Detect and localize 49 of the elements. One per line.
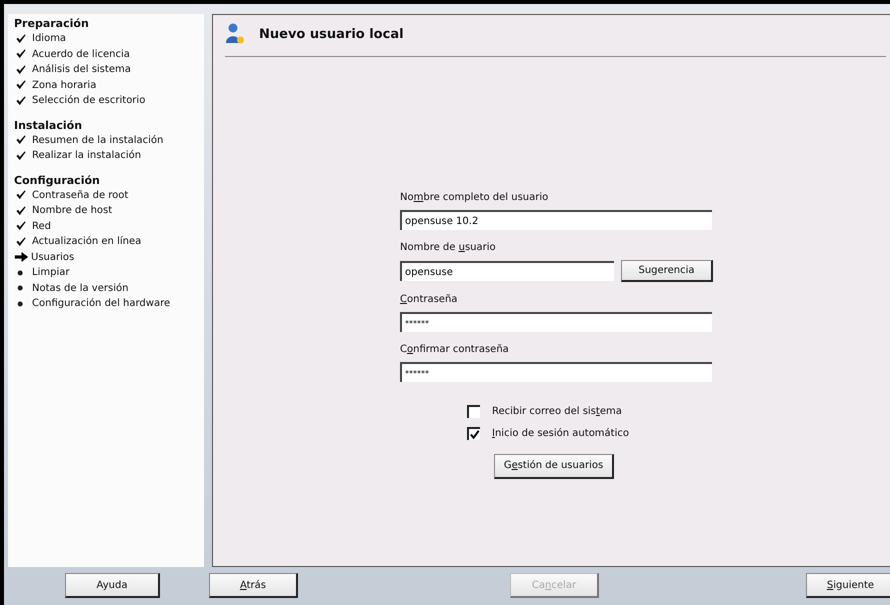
step-label: Red — [32, 220, 51, 232]
help-button[interactable]: Ayuda — [65, 573, 160, 598]
checkbox[interactable] — [467, 404, 480, 418]
check-icon — [16, 64, 26, 75]
check-icon — [16, 150, 26, 161]
step-label: Actualización en línea — [32, 236, 142, 248]
step-label: Selección de escritorio — [32, 95, 146, 106]
page-title: Nuevo usuario local — [259, 26, 404, 42]
check-icon — [16, 135, 26, 146]
checkbox-label: Recibir correo del sistema — [492, 406, 622, 416]
check-icon — [16, 236, 26, 247]
check-icon — [16, 96, 26, 106]
step-label: Contraseña de root — [32, 190, 128, 201]
check-icon — [16, 206, 26, 216]
field-label: Nombre de usuario — [400, 241, 496, 255]
section-heading: Instalación — [14, 118, 84, 132]
section-heading: Configuración — [14, 174, 101, 188]
arrow-icon — [14, 252, 29, 262]
step-label: Nombre de host — [32, 205, 112, 216]
step-label: Acuerdo de licencia — [32, 48, 130, 60]
check-icon — [16, 49, 26, 60]
checkbox-label: Inicio de sesión automático — [492, 428, 629, 438]
check-icon — [16, 80, 26, 90]
step-label: Idioma — [32, 33, 66, 44]
back-button[interactable]: Atrás — [209, 573, 298, 598]
next-button[interactable]: Siguiente — [806, 573, 890, 598]
step-label: Usuarios — [31, 252, 74, 263]
check-icon — [16, 221, 26, 232]
step-label: Análisis del sistema — [32, 64, 131, 76]
step-label: Zona horaria — [32, 80, 96, 91]
step-label: Realizar la instalación — [32, 150, 142, 162]
field-label: Nombre completo del usuario — [400, 191, 548, 205]
text-field[interactable]: opensuse 10.2 — [400, 210, 712, 230]
password-field[interactable]: ****** — [400, 312, 712, 332]
text-field[interactable]: opensuse — [400, 261, 614, 281]
suggestion-button[interactable]: Sugerencia — [621, 260, 713, 282]
user-management-button[interactable]: Gestión de usuarios — [494, 454, 614, 478]
step-label: Notas de la versión — [32, 282, 128, 294]
step-label: Configuración del hardware — [32, 298, 170, 310]
step-label: Resumen de la instalación — [32, 134, 164, 146]
user-icon — [225, 23, 245, 45]
field-label: Contraseña — [400, 293, 458, 307]
field-label: Confirmar contraseña — [400, 343, 509, 357]
section-heading: Preparación — [14, 17, 90, 31]
password-field[interactable]: ****** — [400, 362, 712, 382]
check-icon — [16, 190, 26, 200]
checkbox[interactable] — [467, 426, 480, 440]
check-icon — [16, 34, 26, 44]
step-label: Limpiar — [32, 267, 70, 278]
